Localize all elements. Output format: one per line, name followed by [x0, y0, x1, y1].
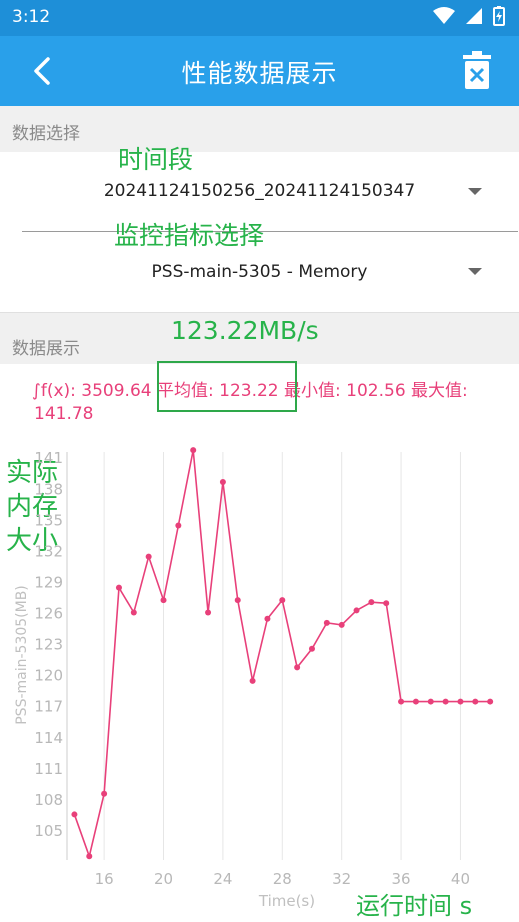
period-select-value[interactable]: 20241124150256_20241124150347 — [0, 181, 519, 201]
data-point — [71, 811, 78, 818]
data-point — [368, 599, 375, 606]
data-point — [249, 677, 256, 684]
wifi-icon — [433, 7, 455, 24]
x-tick-label: 36 — [392, 870, 411, 888]
annotation-metric: 监控指标选择 — [114, 221, 265, 250]
y-tick-label: 135 — [34, 511, 63, 529]
status-time: 3:12 — [12, 7, 51, 27]
data-point — [175, 522, 182, 529]
data-point — [427, 698, 434, 705]
data-point — [101, 790, 108, 797]
annotation-period: 时间段 — [118, 145, 194, 174]
data-point — [383, 600, 390, 607]
data-point — [294, 664, 301, 671]
data-point — [160, 597, 167, 604]
y-tick-label: 111 — [34, 760, 63, 778]
data-point — [323, 619, 330, 626]
x-tick-label: 32 — [332, 870, 351, 888]
signal-icon — [466, 8, 482, 24]
x-tick-label: 40 — [451, 870, 470, 888]
y-axis-title: PSS-main-5305(MB) — [14, 585, 30, 725]
y-tick-label: 132 — [34, 542, 63, 560]
data-point — [472, 698, 479, 705]
app-toolbar: 性能数据展示 — [0, 36, 519, 106]
data-point — [145, 553, 152, 560]
data-point — [308, 645, 315, 652]
data-point — [115, 584, 122, 591]
y-tick-label: 141 — [34, 449, 63, 467]
battery-charging-icon — [493, 6, 505, 26]
status-icons — [433, 6, 505, 26]
y-tick-label: 138 — [34, 480, 63, 498]
metric-dropdown-icon[interactable] — [468, 268, 482, 275]
data-point — [205, 609, 212, 616]
average-highlight-box — [157, 361, 297, 412]
data-point — [398, 698, 405, 705]
data-point — [264, 615, 271, 622]
data-point — [234, 597, 241, 604]
x-tick-label: 28 — [273, 870, 292, 888]
data-point — [412, 698, 419, 705]
metric-select-value[interactable]: PSS-main-5305 - Memory — [0, 262, 519, 282]
y-tick-label: 120 — [34, 667, 63, 685]
y-tick-label: 114 — [34, 729, 63, 747]
y-tick-label: 126 — [34, 605, 63, 623]
data-point — [442, 698, 449, 705]
delete-icon[interactable] — [461, 51, 493, 89]
data-point — [457, 698, 464, 705]
y-tick-label: 108 — [34, 791, 63, 809]
page-title: 性能数据展示 — [181, 59, 338, 88]
data-point — [279, 597, 286, 604]
memory-line-chart: 105 108 111 114 117 120 123 126 129 132 135 138 141 1… — [14, 447, 494, 910]
data-point — [353, 607, 360, 614]
data-point — [219, 479, 226, 486]
data-point — [338, 621, 345, 628]
data-point — [86, 853, 93, 860]
y-tick-label: 123 — [34, 636, 63, 654]
select-divider — [22, 231, 518, 232]
status-bar: 3:12 — [0, 0, 519, 36]
data-point — [190, 447, 197, 454]
x-tick-label: 24 — [213, 870, 232, 888]
y-tick-label: 117 — [34, 698, 63, 716]
data-select-header: 数据选择 — [0, 106, 519, 152]
annotation-rate: 123.22MB/s — [171, 316, 319, 345]
data-point — [130, 609, 137, 616]
data-point — [487, 698, 494, 705]
period-dropdown-icon[interactable] — [468, 188, 482, 195]
y-tick-label: 105 — [34, 822, 63, 840]
y-tick-label: 129 — [34, 573, 63, 591]
x-tick-label: 16 — [95, 870, 114, 888]
x-axis-title: Time(s) — [258, 892, 315, 910]
x-tick-label: 20 — [154, 870, 173, 888]
